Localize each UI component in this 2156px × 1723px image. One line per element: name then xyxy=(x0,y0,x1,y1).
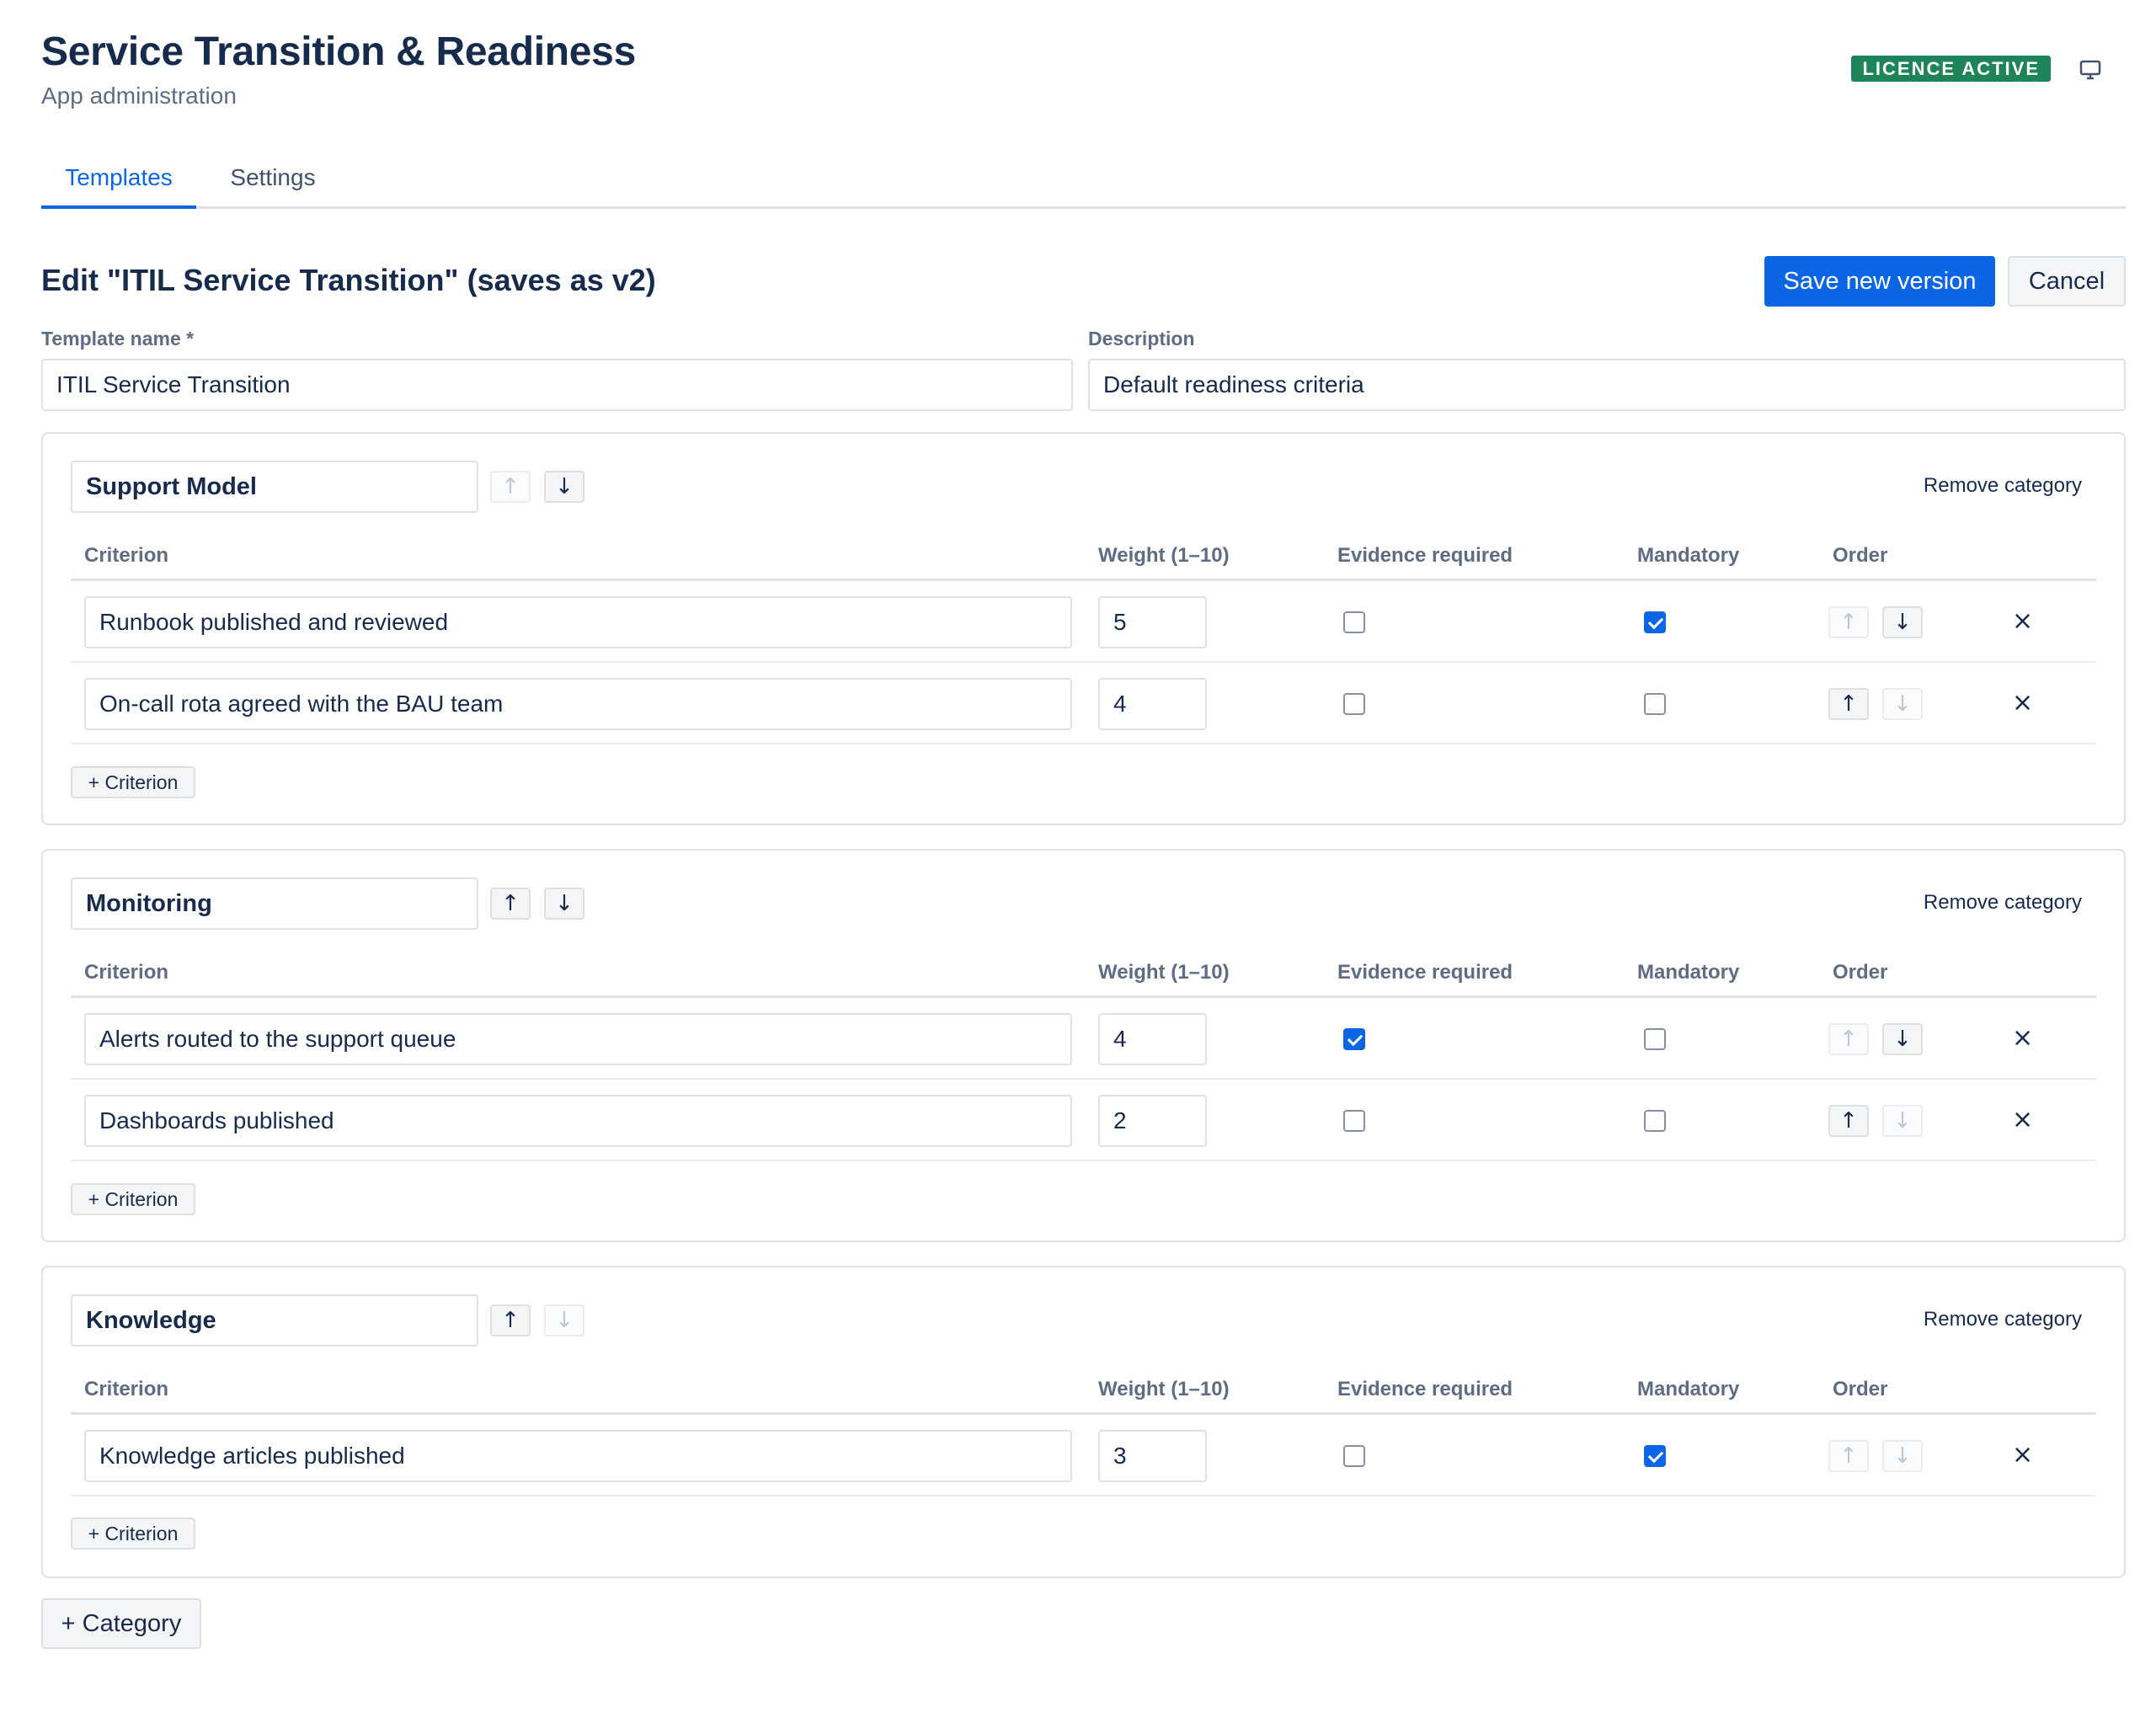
category-move-up-button[interactable]: ↑ xyxy=(490,471,531,503)
criterion-move-down-button[interactable]: ↓ xyxy=(1882,606,1923,638)
criterion-text-input[interactable] xyxy=(84,1430,1072,1482)
criterion-move-down-button[interactable]: ↓ xyxy=(1882,1023,1923,1055)
add-category-button[interactable]: + Category xyxy=(41,1598,201,1649)
delete-criterion-icon[interactable]: × xyxy=(2012,1440,2033,1470)
criterion-text-input[interactable] xyxy=(84,596,1072,648)
column-header-criterion: Criterion xyxy=(84,961,169,984)
header-divider xyxy=(71,995,2096,998)
criterion-weight-input[interactable] xyxy=(1098,1095,1207,1147)
remove-category-button[interactable]: Remove category xyxy=(1924,891,2082,915)
criterion-move-up-button[interactable]: ↑ xyxy=(1828,1105,1869,1137)
category-move-up-button[interactable]: ↑ xyxy=(490,1304,531,1336)
category-move-down-button[interactable]: ↓ xyxy=(544,471,584,503)
criterion-weight-input[interactable] xyxy=(1098,678,1207,730)
mandatory-checkbox[interactable] xyxy=(1644,611,1666,633)
row-divider xyxy=(71,1160,2096,1161)
licence-status-badge: LICENCE ACTIVE xyxy=(1851,56,2051,82)
criterion-move-up-button[interactable]: ↑ xyxy=(1828,1440,1869,1472)
header: Service Transition & Readiness App admin… xyxy=(41,0,2115,126)
delete-criterion-icon[interactable]: × xyxy=(2012,1105,2033,1134)
delete-criterion-icon[interactable]: × xyxy=(2012,688,2033,717)
monitor-icon[interactable] xyxy=(2078,57,2103,83)
column-header-order: Order xyxy=(1833,961,1888,984)
column-header-order: Order xyxy=(1833,544,1888,567)
column-header-evidence: Evidence required xyxy=(1337,544,1513,567)
column-header-criterion: Criterion xyxy=(84,544,169,567)
category-name-input[interactable] xyxy=(71,461,478,513)
header-divider xyxy=(71,1412,2096,1415)
header-divider xyxy=(71,579,2096,581)
mandatory-checkbox[interactable] xyxy=(1644,1445,1666,1467)
category-move-down-button[interactable]: ↓ xyxy=(544,888,584,920)
evidence-required-checkbox[interactable] xyxy=(1343,1110,1365,1132)
column-header-mandatory: Mandatory xyxy=(1637,1378,1740,1400)
template-name-input[interactable] xyxy=(41,359,1073,411)
save-new-version-button[interactable]: Save new version xyxy=(1764,256,1995,307)
category-card-knowledge: ↑ ↓ Remove category Criterion Weight (1–… xyxy=(41,1266,2126,1578)
app-subtitle: App administration xyxy=(41,83,237,109)
criterion-move-up-button[interactable]: ↑ xyxy=(1828,688,1869,720)
criterion-text-input[interactable] xyxy=(84,1013,1072,1065)
add-criterion-button[interactable]: + Criterion xyxy=(71,766,195,798)
mandatory-checkbox[interactable] xyxy=(1644,693,1666,715)
delete-criterion-icon[interactable]: × xyxy=(2012,606,2033,636)
criterion-move-up-button[interactable]: ↑ xyxy=(1828,1023,1869,1055)
category-card-support-model: ↑ ↓ Remove category Criterion Weight (1–… xyxy=(41,432,2126,825)
mandatory-checkbox[interactable] xyxy=(1644,1028,1666,1050)
category-move-down-button[interactable]: ↓ xyxy=(544,1304,584,1336)
category-name-input[interactable] xyxy=(71,1294,478,1347)
evidence-required-checkbox[interactable] xyxy=(1343,1445,1365,1467)
cancel-button[interactable]: Cancel xyxy=(2008,256,2126,307)
column-header-weight: Weight (1–10) xyxy=(1098,1378,1230,1400)
description-input[interactable] xyxy=(1088,359,2126,411)
row-divider xyxy=(71,743,2096,744)
row-divider xyxy=(71,1078,2096,1080)
description-label: Description xyxy=(1088,328,1195,349)
evidence-required-checkbox[interactable] xyxy=(1343,1028,1365,1050)
category-card-monitoring: ↑ ↓ Remove category Criterion Weight (1–… xyxy=(41,849,2126,1242)
criterion-move-down-button[interactable]: ↓ xyxy=(1882,1105,1923,1137)
app-title: Service Transition & Readiness xyxy=(41,29,636,74)
column-header-mandatory: Mandatory xyxy=(1637,544,1740,567)
criterion-text-input[interactable] xyxy=(84,678,1072,730)
column-header-order: Order xyxy=(1833,1378,1888,1400)
template-name-label: Template name * xyxy=(41,328,195,349)
remove-category-button[interactable]: Remove category xyxy=(1924,1308,2082,1331)
criterion-move-down-button[interactable]: ↓ xyxy=(1882,1440,1923,1472)
row-divider xyxy=(71,1495,2096,1496)
delete-criterion-icon[interactable]: × xyxy=(2012,1023,2033,1053)
column-header-weight: Weight (1–10) xyxy=(1098,544,1230,567)
page: Service Transition & Readiness App admin… xyxy=(0,0,2156,1723)
category-name-input[interactable] xyxy=(71,878,478,930)
column-header-criterion: Criterion xyxy=(84,1378,169,1400)
mandatory-checkbox[interactable] xyxy=(1644,1110,1666,1132)
tab-bar: Templates Settings xyxy=(41,160,2126,209)
tab-settings[interactable]: Settings xyxy=(227,160,319,209)
tab-templates[interactable]: Templates xyxy=(41,160,196,209)
criterion-move-up-button[interactable]: ↑ xyxy=(1828,606,1869,638)
criterion-text-input[interactable] xyxy=(84,1095,1072,1147)
column-header-mandatory: Mandatory xyxy=(1637,961,1740,984)
edit-template-title: Edit "ITIL Service Transition" (saves as… xyxy=(41,263,656,297)
criterion-move-down-button[interactable]: ↓ xyxy=(1882,688,1923,720)
column-header-evidence: Evidence required xyxy=(1337,961,1513,984)
evidence-required-checkbox[interactable] xyxy=(1343,611,1365,633)
row-divider xyxy=(71,661,2096,663)
remove-category-button[interactable]: Remove category xyxy=(1924,474,2082,498)
criterion-weight-input[interactable] xyxy=(1098,1013,1207,1065)
category-move-up-button[interactable]: ↑ xyxy=(490,888,531,920)
criterion-weight-input[interactable] xyxy=(1098,596,1207,648)
column-header-evidence: Evidence required xyxy=(1337,1378,1513,1400)
criterion-weight-input[interactable] xyxy=(1098,1430,1207,1482)
add-criterion-button[interactable]: + Criterion xyxy=(71,1183,195,1215)
add-criterion-button[interactable]: + Criterion xyxy=(71,1518,195,1550)
evidence-required-checkbox[interactable] xyxy=(1343,693,1365,715)
column-header-weight: Weight (1–10) xyxy=(1098,961,1230,984)
